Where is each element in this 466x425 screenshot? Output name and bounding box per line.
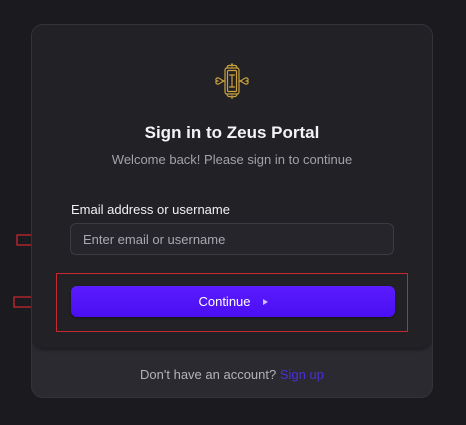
signup-prompt-text: Don't have an account? bbox=[140, 367, 277, 382]
signup-prompt: Don't have an account? Sign up bbox=[32, 367, 432, 382]
annotation-highlight-box bbox=[56, 273, 408, 332]
sign-in-card: Sign in to Zeus Portal Welcome back! Ple… bbox=[31, 24, 433, 398]
page-title: Sign in to Zeus Portal bbox=[144, 123, 320, 142]
email-field[interactable] bbox=[70, 223, 394, 255]
page-subtitle: Welcome back! Please sign in to continue bbox=[111, 152, 353, 167]
email-field-label: Email address or username bbox=[71, 202, 230, 217]
monogram-logo-icon bbox=[215, 63, 249, 99]
signup-link[interactable]: Sign up bbox=[280, 367, 324, 382]
